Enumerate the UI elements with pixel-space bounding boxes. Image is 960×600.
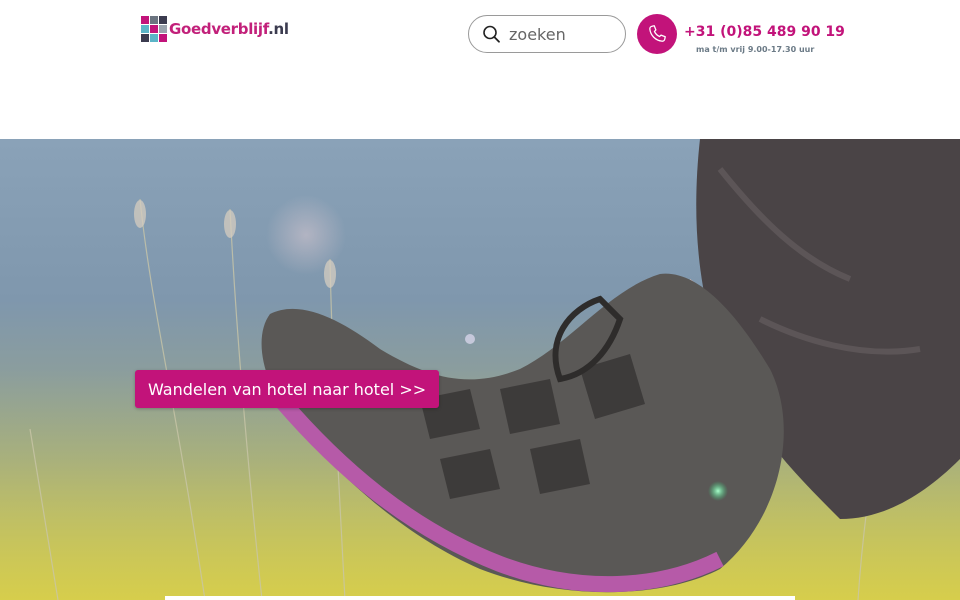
- phone-icon: [649, 25, 666, 42]
- phone-button[interactable]: [637, 14, 677, 54]
- logo-text: Goedverblijf.nl: [169, 20, 289, 38]
- content-card-top-edge: [165, 596, 795, 600]
- site-logo[interactable]: Goedverblijf.nl: [141, 16, 289, 42]
- phone-number-link[interactable]: +31 (0)85 489 90 19: [684, 24, 845, 40]
- search-box: [468, 15, 626, 53]
- search-icon[interactable]: [481, 24, 501, 44]
- site-header: Goedverblijf.nl +31 (0)85 489 90 19 ma t…: [0, 0, 960, 139]
- logo-mark-icon: [141, 16, 167, 42]
- opening-hours: ma t/m vrij 9.00-17.30 uur: [696, 45, 815, 54]
- hiking-hotel-to-hotel-button[interactable]: Wandelen van hotel naar hotel >>: [135, 370, 440, 408]
- search-input[interactable]: [509, 24, 609, 44]
- hero-banner: Wandelen van hotel naar hotel >>: [0, 139, 960, 600]
